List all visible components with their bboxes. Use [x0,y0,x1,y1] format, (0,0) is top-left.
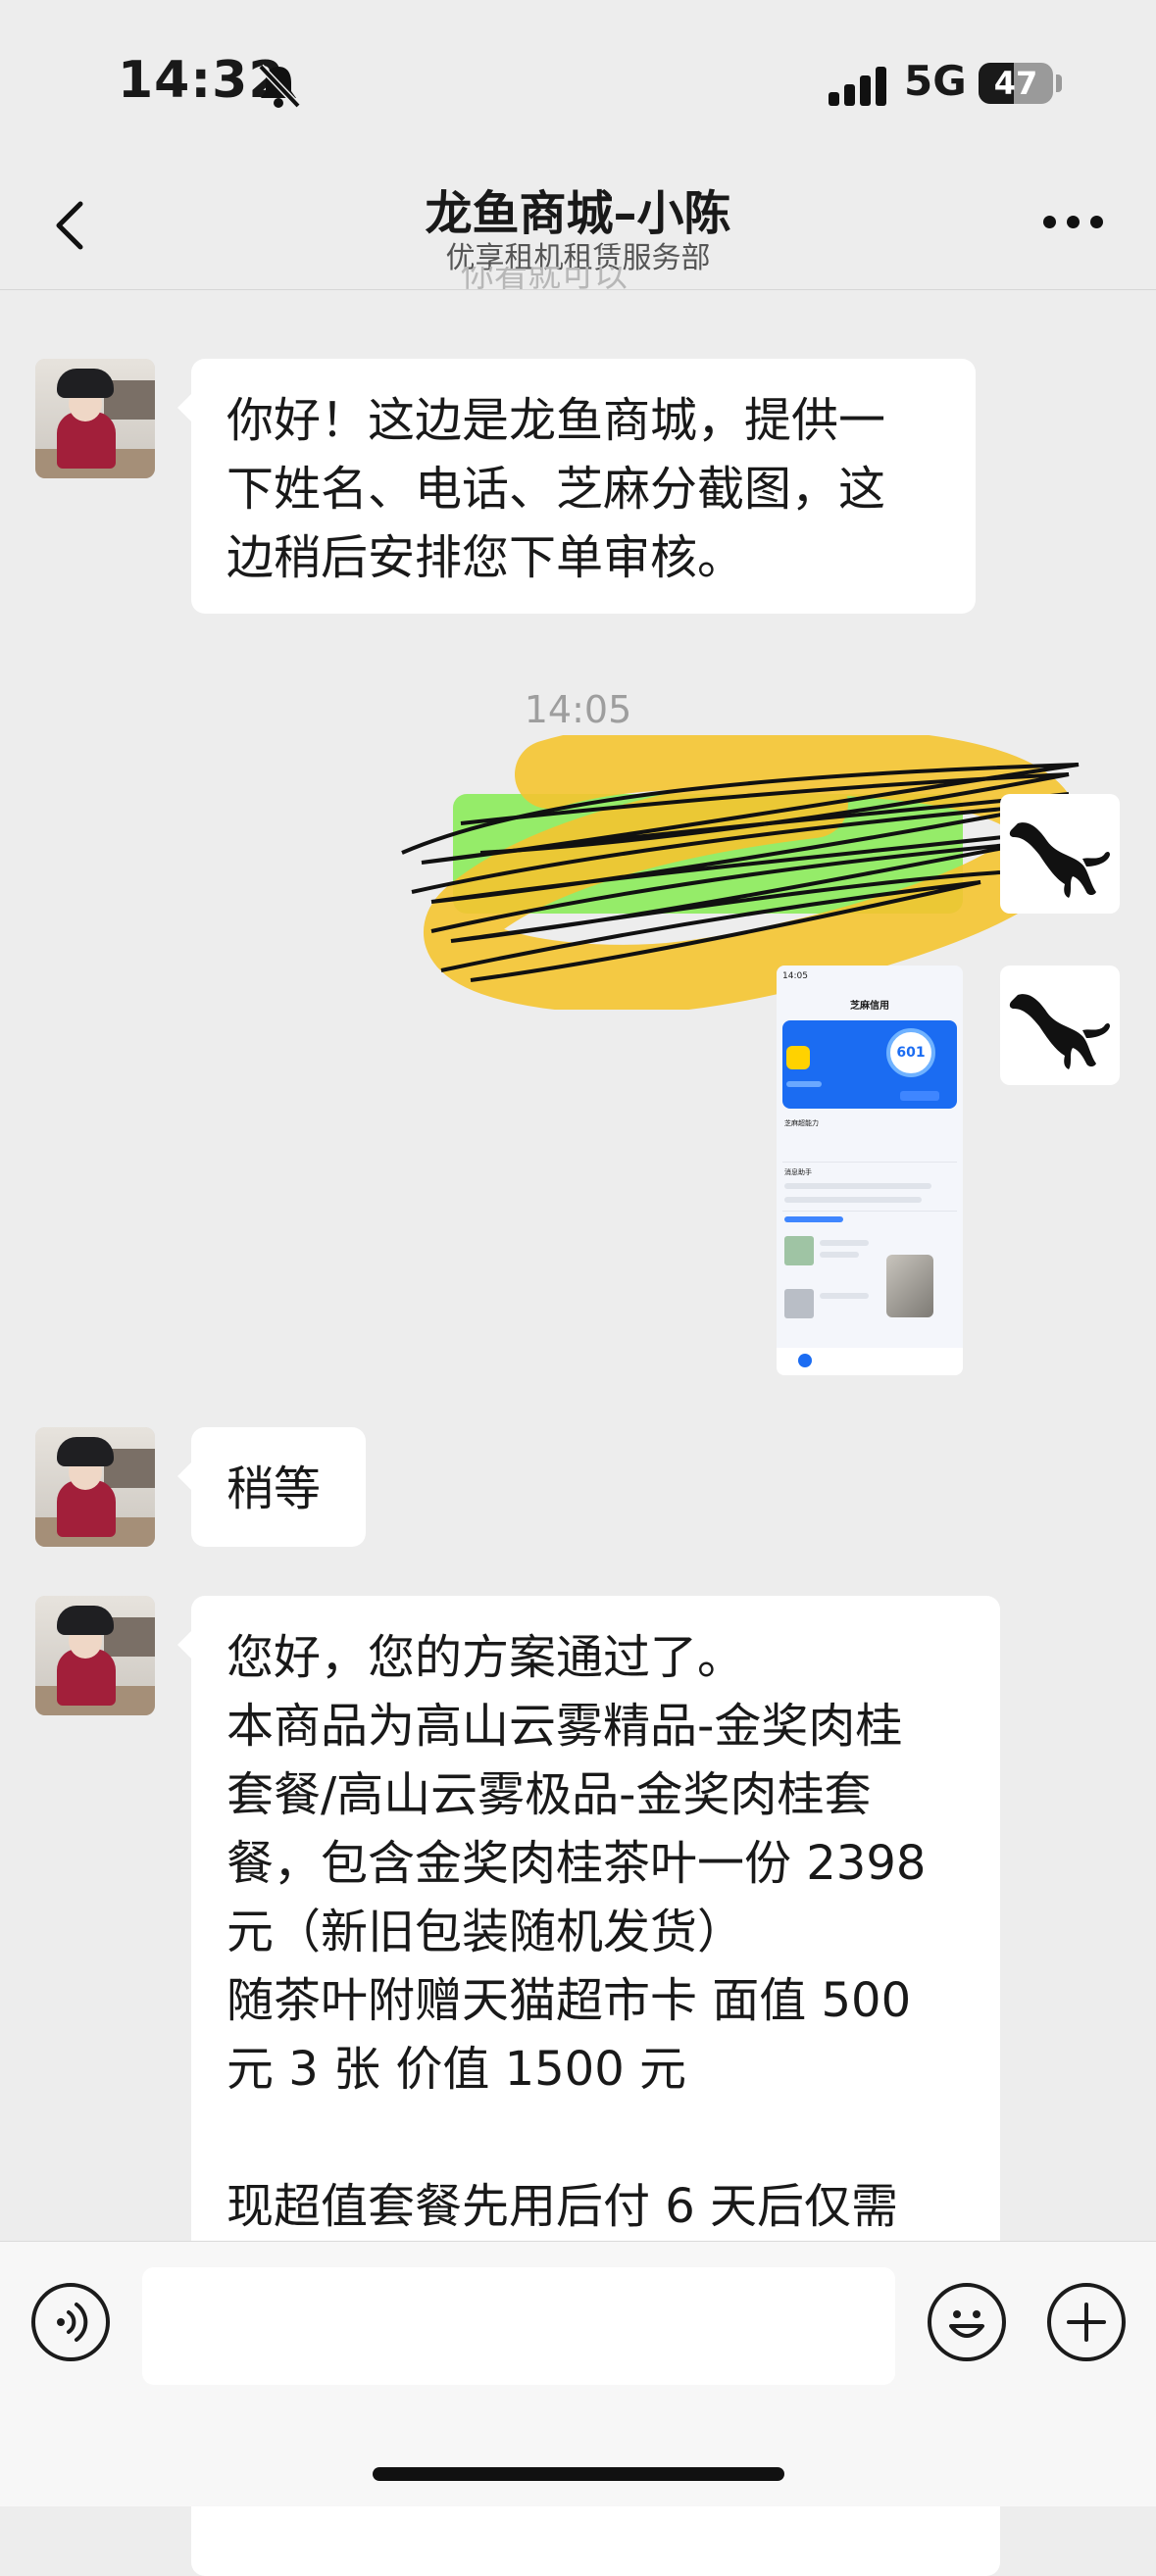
plus-icon[interactable] [1047,2283,1126,2361]
battery-level: 47 [993,65,1038,102]
message-line: 边稍后安排您下单审核。 [226,530,745,585]
message-line: 下姓名、电话、芝麻分截图，这 [226,462,886,517]
more-dots-icon[interactable] [1039,216,1108,239]
thumb-time: 14:05 [782,971,808,981]
thumb-label-capacity: 芝麻超能力 [784,1119,819,1127]
avatar[interactable] [35,359,155,478]
message-line: 现超值套餐先用后付 6 天后仅需 [226,2179,899,2234]
message-line: 套餐/高山云雾极品-金奖肉桂套 [226,1767,872,1822]
puma-logo-icon [1009,822,1110,898]
voice-icon[interactable] [31,2283,110,2361]
thumb-label-assistant: 消息助手 [784,1168,812,1176]
puma-logo-icon [1009,994,1110,1069]
thumb-score: 601 [886,1028,935,1077]
thumb-phone-image [886,1255,933,1317]
status-bar: 14:32 5G 47 [0,0,1156,167]
home-indicator[interactable] [373,2467,784,2481]
avatar-self[interactable] [1000,966,1120,1085]
shared-screenshot-image[interactable]: 14:05 芝麻信用 601 芝麻超能力 消息助手 [777,966,963,1375]
avatar[interactable] [35,1427,155,1547]
avatar[interactable] [35,1596,155,1715]
message-input[interactable] [142,2267,895,2385]
message-line: 餐，包含金奖肉桂茶叶一份 2398 [226,1836,927,1891]
message-line: 本商品为高山云雾精品-金奖肉桂 [226,1699,903,1754]
battery-tip [1056,74,1062,92]
cellular-signal-icon [829,65,887,106]
message-line: 元（新旧包装随机发货） [226,1905,745,1959]
message-line [226,2104,965,2172]
message-line: 你好！这边是龙鱼商城，提供一 [226,393,886,448]
battery-icon: 47 [979,63,1053,104]
message-bubble-incoming[interactable]: 你好！这边是龙鱼商城，提供一 下姓名、电话、芝麻分截图，这 边稍后安排您下单审核… [177,359,976,614]
avatar-self[interactable] [1000,794,1120,914]
network-type: 5G [904,57,967,105]
emoji-icon[interactable] [928,2283,1006,2361]
message-bubble-incoming[interactable]: 稍等 [177,1427,366,1547]
thumb-title: 芝麻信用 [850,1001,889,1012]
message-line: 您好，您的方案通过了。 [226,1630,745,1685]
bell-muted-icon [258,64,301,109]
redaction-scribble [401,735,1081,1010]
message-line: 元 3 张 价值 1500 元 [226,2042,686,2097]
cut-off-message: 你看就可以 [461,267,628,292]
message-line: 稍等 [226,1461,322,1516]
message-timestamp: 14:05 [524,688,632,731]
chat-input-bar [0,2241,1156,2506]
message-line: 随茶叶附赠天猫超市卡 面值 500 [226,1973,912,2028]
